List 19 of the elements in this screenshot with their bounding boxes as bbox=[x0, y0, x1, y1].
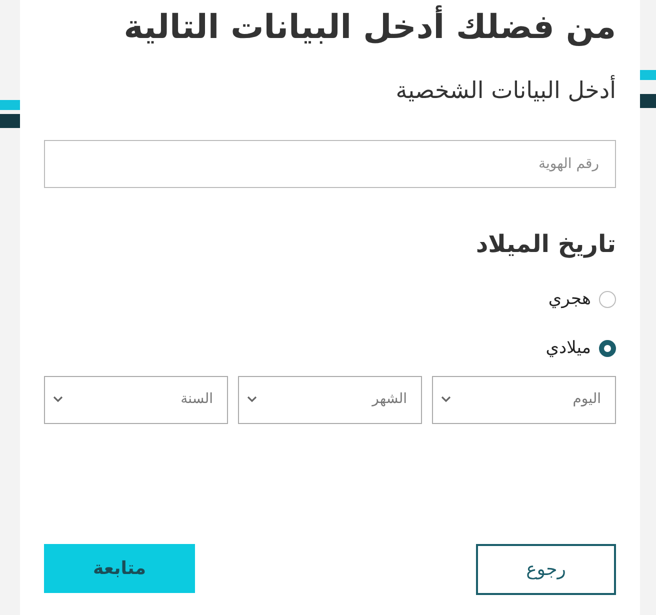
page-title: من فضلك أدخل البيانات التالية bbox=[122, 4, 616, 48]
accent-stripe bbox=[0, 100, 20, 110]
chevron-down-icon bbox=[441, 396, 451, 404]
radio-icon[interactable] bbox=[599, 340, 616, 358]
continue-button[interactable]: متابعة bbox=[44, 544, 195, 593]
date-select[interactable]: السنة bbox=[44, 376, 228, 424]
accent-stripe bbox=[640, 94, 656, 108]
birth-date-heading: تاريخ الميلاد bbox=[474, 230, 616, 259]
radio-icon[interactable] bbox=[599, 290, 616, 308]
date-select[interactable]: الشهر bbox=[238, 376, 422, 424]
id-number-field[interactable]: رقم الهوية bbox=[44, 140, 616, 188]
accent-stripe bbox=[0, 114, 20, 128]
date-select[interactable]: اليوم bbox=[432, 376, 616, 424]
calendar-radio[interactable]: هجري bbox=[44, 286, 616, 312]
back-button[interactable]: رجوع bbox=[476, 544, 616, 595]
chevron-down-icon bbox=[247, 396, 257, 404]
chevron-down-icon bbox=[53, 396, 63, 404]
accent-stripe bbox=[640, 70, 656, 80]
calendar-radio[interactable]: ميلادي bbox=[44, 336, 616, 362]
